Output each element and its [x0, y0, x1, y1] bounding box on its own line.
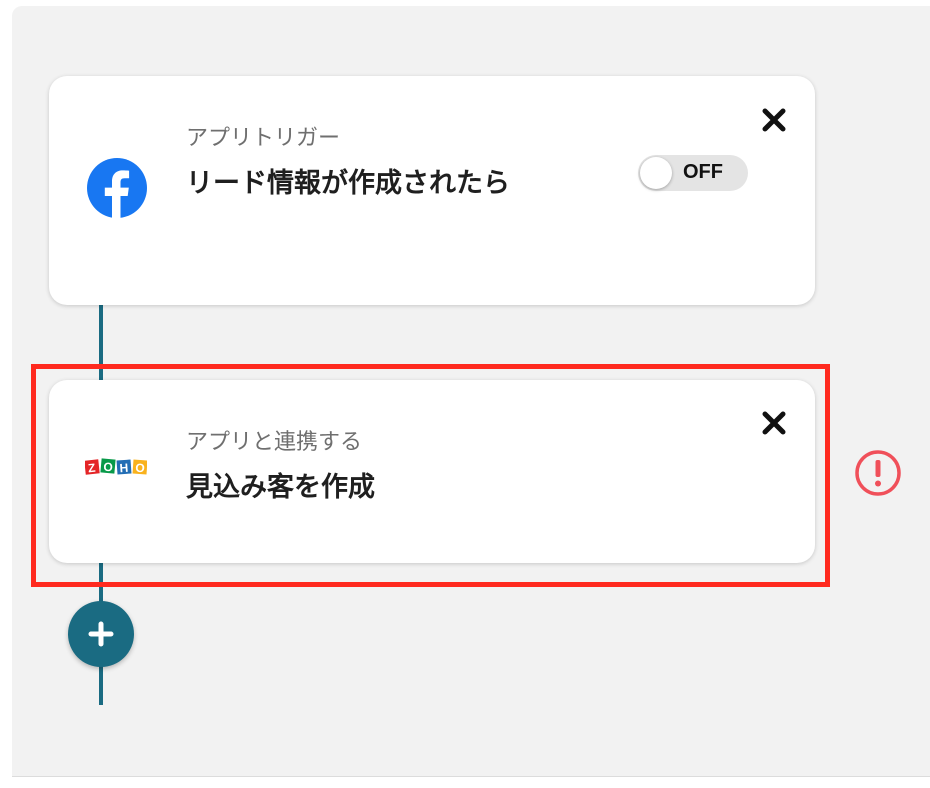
- trigger-toggle[interactable]: OFF: [638, 155, 748, 191]
- facebook-icon: [87, 158, 147, 218]
- warning-icon: [853, 448, 903, 498]
- trigger-type-label: アプリトリガー: [186, 126, 341, 151]
- toggle-state-text: OFF: [683, 161, 723, 183]
- trigger-card[interactable]: アプリトリガー リード情報が作成されたら OFF: [49, 76, 815, 305]
- toggle-knob: [640, 157, 672, 189]
- plus-icon: [88, 621, 114, 647]
- close-icon[interactable]: [761, 107, 787, 133]
- add-step-button[interactable]: [68, 601, 134, 667]
- divider: [12, 776, 930, 777]
- highlight-frame: [31, 364, 830, 587]
- trigger-title: リード情報が作成されたら: [186, 168, 510, 199]
